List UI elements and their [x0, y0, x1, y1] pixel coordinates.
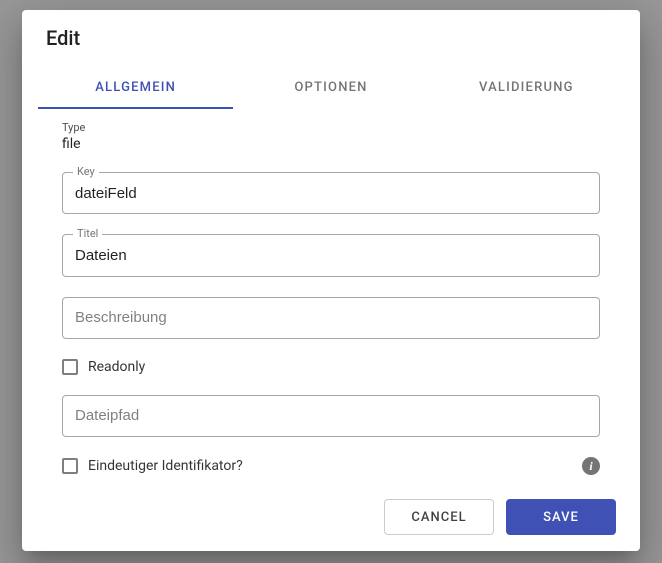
readonly-checkbox[interactable] — [62, 359, 78, 375]
edit-dialog: Edit ALLGEMEIN OPTIONEN VALIDIERUNG Type… — [22, 10, 640, 551]
title-field-wrapper: Titel — [62, 234, 600, 276]
readonly-label: Readonly — [88, 359, 145, 375]
info-icon[interactable]: i — [582, 457, 600, 475]
type-block: Type file — [62, 121, 600, 152]
description-field-wrapper — [62, 297, 600, 339]
tab-options[interactable]: OPTIONEN — [233, 66, 428, 109]
key-input[interactable] — [63, 173, 599, 213]
type-value: file — [62, 136, 600, 152]
dialog-title: Edit — [22, 10, 640, 58]
description-input[interactable] — [63, 298, 599, 338]
key-field-wrapper: Key — [62, 172, 600, 214]
key-label: Key — [73, 165, 99, 178]
filepath-input[interactable] — [63, 396, 599, 436]
uniqueid-row: Eindeutiger Identifikator? i — [62, 457, 600, 475]
uniqueid-checkbox[interactable] — [62, 458, 78, 474]
title-label: Titel — [73, 227, 102, 240]
tab-general[interactable]: ALLGEMEIN — [38, 66, 233, 109]
tab-validation[interactable]: VALIDIERUNG — [429, 66, 624, 109]
readonly-row: Readonly — [62, 359, 600, 375]
tabs: ALLGEMEIN OPTIONEN VALIDIERUNG — [22, 66, 640, 109]
uniqueid-label: Eindeutiger Identifikator? — [88, 458, 243, 474]
filepath-field-wrapper — [62, 395, 600, 437]
save-button[interactable]: SAVE — [506, 499, 616, 535]
type-label: Type — [62, 121, 600, 134]
dialog-content: Type file Key Titel Readonly Eindeutiger… — [22, 109, 640, 487]
dialog-actions: CANCEL SAVE — [22, 487, 640, 551]
title-input[interactable] — [63, 235, 599, 275]
cancel-button[interactable]: CANCEL — [384, 499, 494, 535]
